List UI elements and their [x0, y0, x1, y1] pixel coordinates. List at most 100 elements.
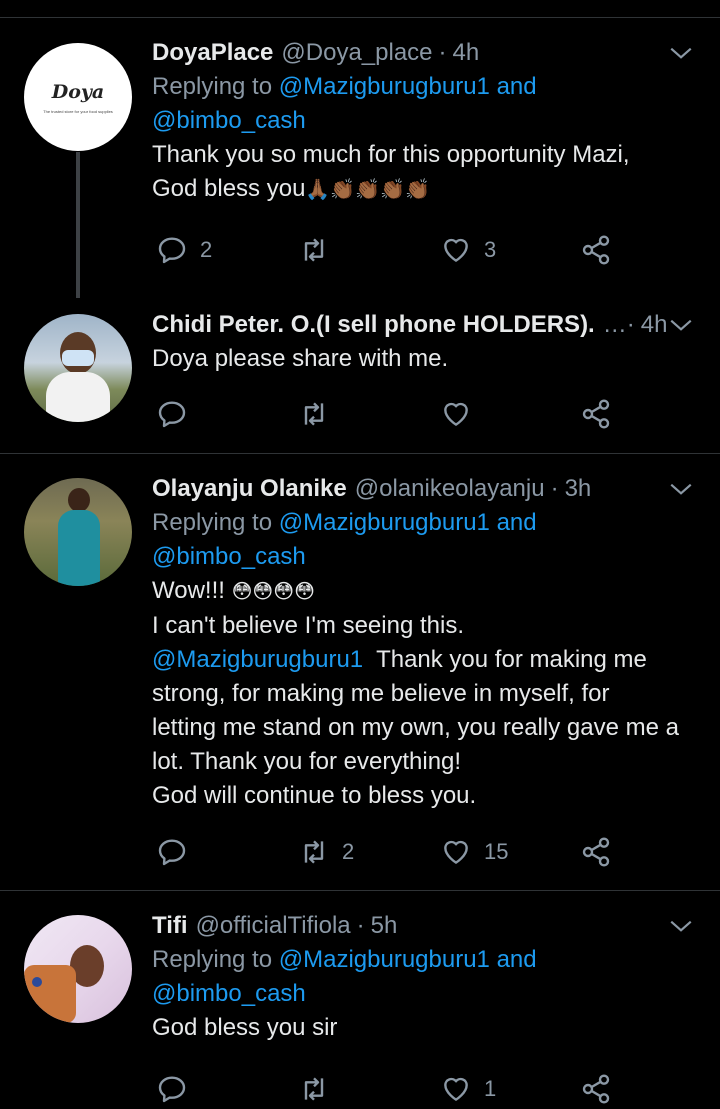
- caret-down-icon[interactable]: [668, 476, 694, 502]
- avatar[interactable]: [24, 314, 132, 422]
- reply-button[interactable]: [156, 394, 200, 434]
- share-button[interactable]: [580, 832, 612, 872]
- retweet-button[interactable]: [298, 394, 342, 434]
- share-button[interactable]: [580, 394, 612, 434]
- like-icon: [444, 238, 468, 262]
- reply-and[interactable]: and: [497, 73, 537, 100]
- tweet-chidi-peter[interactable]: Chidi Peter. O.(I sell phone HOLDERS). ……: [0, 290, 720, 453]
- thread-line: [76, 152, 80, 298]
- tweet-text-line: Thank you for making me: [376, 645, 647, 673]
- dot-separator: ·: [438, 39, 447, 66]
- reply-mention-2[interactable]: @bimbo_cash: [152, 980, 306, 1007]
- tweet-header: Tifi @officialTifiola · 5h: [152, 909, 697, 943]
- tweet-text-line: God will continue to bless you.: [152, 781, 477, 809]
- retweet-count: 2: [342, 839, 355, 864]
- reply-and[interactable]: and: [497, 946, 537, 973]
- display-name[interactable]: Tifi: [152, 909, 188, 943]
- retweet-icon: [304, 402, 324, 426]
- avatar-logo-text: Doya: [51, 81, 105, 103]
- share-button[interactable]: [580, 1069, 612, 1109]
- tweet-header: Olayanju Olanike @olanikeolayanju · 3h: [152, 472, 697, 506]
- caret-down-icon[interactable]: [668, 312, 694, 338]
- dot-separator: ·: [550, 475, 559, 502]
- timestamp[interactable]: 3h: [565, 472, 592, 506]
- avatar[interactable]: Doya The trusted store for your food sup…: [24, 43, 132, 151]
- emoji-sequence: 😳😳😳😳: [231, 580, 315, 603]
- retweet-button[interactable]: 2: [298, 832, 354, 872]
- reply-mention-1[interactable]: @Mazigburugburu1: [279, 946, 490, 973]
- display-name[interactable]: DoyaPlace: [152, 36, 273, 70]
- tweet-olayanju[interactable]: Olayanju Olanike @olanikeolayanju · 3h R…: [0, 454, 720, 890]
- tweet-text-line: Doya please share with me.: [152, 345, 449, 372]
- caret-down-icon[interactable]: [668, 913, 694, 939]
- tweet-text-line: Wow!!!: [152, 577, 225, 604]
- like-button[interactable]: [440, 394, 484, 434]
- replying-to: Replying to @Mazigburugburu1 and: [152, 70, 697, 104]
- reply-icon: [158, 237, 186, 264]
- handle[interactable]: @Doya_place: [281, 36, 432, 70]
- share-icon: [582, 1074, 610, 1104]
- display-name[interactable]: Chidi Peter. O.(I sell phone HOLDERS).: [152, 308, 595, 342]
- replying-prefix: Replying to: [152, 73, 273, 100]
- avatar-caption: The trusted store for your food supplies: [43, 109, 113, 114]
- reply-count: 2: [200, 237, 213, 262]
- tweet-text-line: lot. Thank you for everything!: [152, 747, 462, 775]
- replying-prefix: Replying to: [152, 946, 273, 973]
- reply-icon: [158, 839, 186, 866]
- reply-button[interactable]: [156, 1069, 200, 1109]
- timestamp[interactable]: 4h: [453, 36, 480, 70]
- reply-mention-1[interactable]: @Mazigburugburu1: [279, 73, 490, 100]
- reply-icon: [158, 1076, 186, 1103]
- like-icon: [444, 402, 468, 426]
- replying-prefix: Replying to: [152, 509, 273, 536]
- handle[interactable]: @officialTifiola: [196, 909, 351, 943]
- tweet-header: DoyaPlace @Doya_place · 4h: [152, 36, 697, 70]
- tweet-tifi[interactable]: Tifi @officialTifiola · 5h Replying to @…: [0, 891, 720, 1109]
- share-icon: [582, 399, 610, 429]
- retweet-icon: [304, 1077, 324, 1101]
- like-icon: [444, 1077, 468, 1101]
- like-button[interactable]: 1: [440, 1069, 496, 1109]
- tweet-header: Chidi Peter. O.(I sell phone HOLDERS). ……: [152, 308, 697, 342]
- avatar[interactable]: [24, 478, 132, 586]
- tweet-doyaplace[interactable]: Doya The trusted store for your food sup…: [0, 0, 720, 298]
- emoji-sequence: 🙏🏾👏🏾👏🏾👏🏾👏🏾: [305, 178, 430, 201]
- timestamp[interactable]: 5h: [371, 909, 398, 943]
- replying-to: Replying to @Mazigburugburu1 and: [152, 943, 697, 977]
- tweet-text-line: strong, for making me believe in myself,…: [152, 679, 610, 707]
- caret-down-icon[interactable]: [668, 40, 694, 66]
- retweet-icon: [304, 238, 324, 262]
- tweet-text-line: God bless you: [152, 175, 306, 202]
- reply-button[interactable]: [156, 832, 200, 872]
- share-icon: [582, 235, 610, 265]
- tweet-text-line: Thank you so much for this opportunity M…: [152, 141, 630, 168]
- like-button[interactable]: 3: [440, 230, 496, 270]
- retweet-icon: [304, 840, 324, 864]
- replying-to: Replying to @Mazigburugburu1 and: [152, 506, 697, 540]
- reply-mention-1[interactable]: @Mazigburugburu1: [279, 509, 490, 536]
- tweet-text-line: I can't believe I'm seeing this.: [152, 611, 464, 639]
- like-button[interactable]: 15: [440, 832, 508, 872]
- reply-and[interactable]: and: [497, 509, 537, 536]
- share-button[interactable]: [580, 230, 612, 270]
- like-icon: [444, 840, 468, 864]
- avatar[interactable]: [24, 915, 132, 1023]
- reply-mention-2[interactable]: @bimbo_cash: [152, 543, 306, 570]
- reply-icon: [158, 401, 186, 428]
- retweet-button[interactable]: [298, 1069, 342, 1109]
- tweet-text-line: letting me stand on my own, you really g…: [152, 713, 679, 741]
- display-name[interactable]: Olayanju Olanike: [152, 472, 347, 506]
- tweet-text-line: God bless you sir: [152, 1014, 338, 1041]
- reply-mention-2[interactable]: @bimbo_cash: [152, 107, 306, 134]
- share-icon: [582, 837, 610, 867]
- handle[interactable]: @olanikeolayanju: [355, 472, 545, 506]
- dot-separator: ·: [356, 912, 365, 939]
- handle[interactable]: …·: [603, 308, 635, 342]
- retweet-button[interactable]: [298, 230, 342, 270]
- mention-link[interactable]: @Mazigburugburu1: [152, 646, 363, 673]
- like-count: 3: [484, 237, 497, 262]
- like-count: 1: [484, 1076, 497, 1101]
- reply-button[interactable]: 2: [156, 230, 212, 270]
- timestamp[interactable]: 4h: [641, 308, 668, 342]
- like-count: 15: [484, 839, 509, 864]
